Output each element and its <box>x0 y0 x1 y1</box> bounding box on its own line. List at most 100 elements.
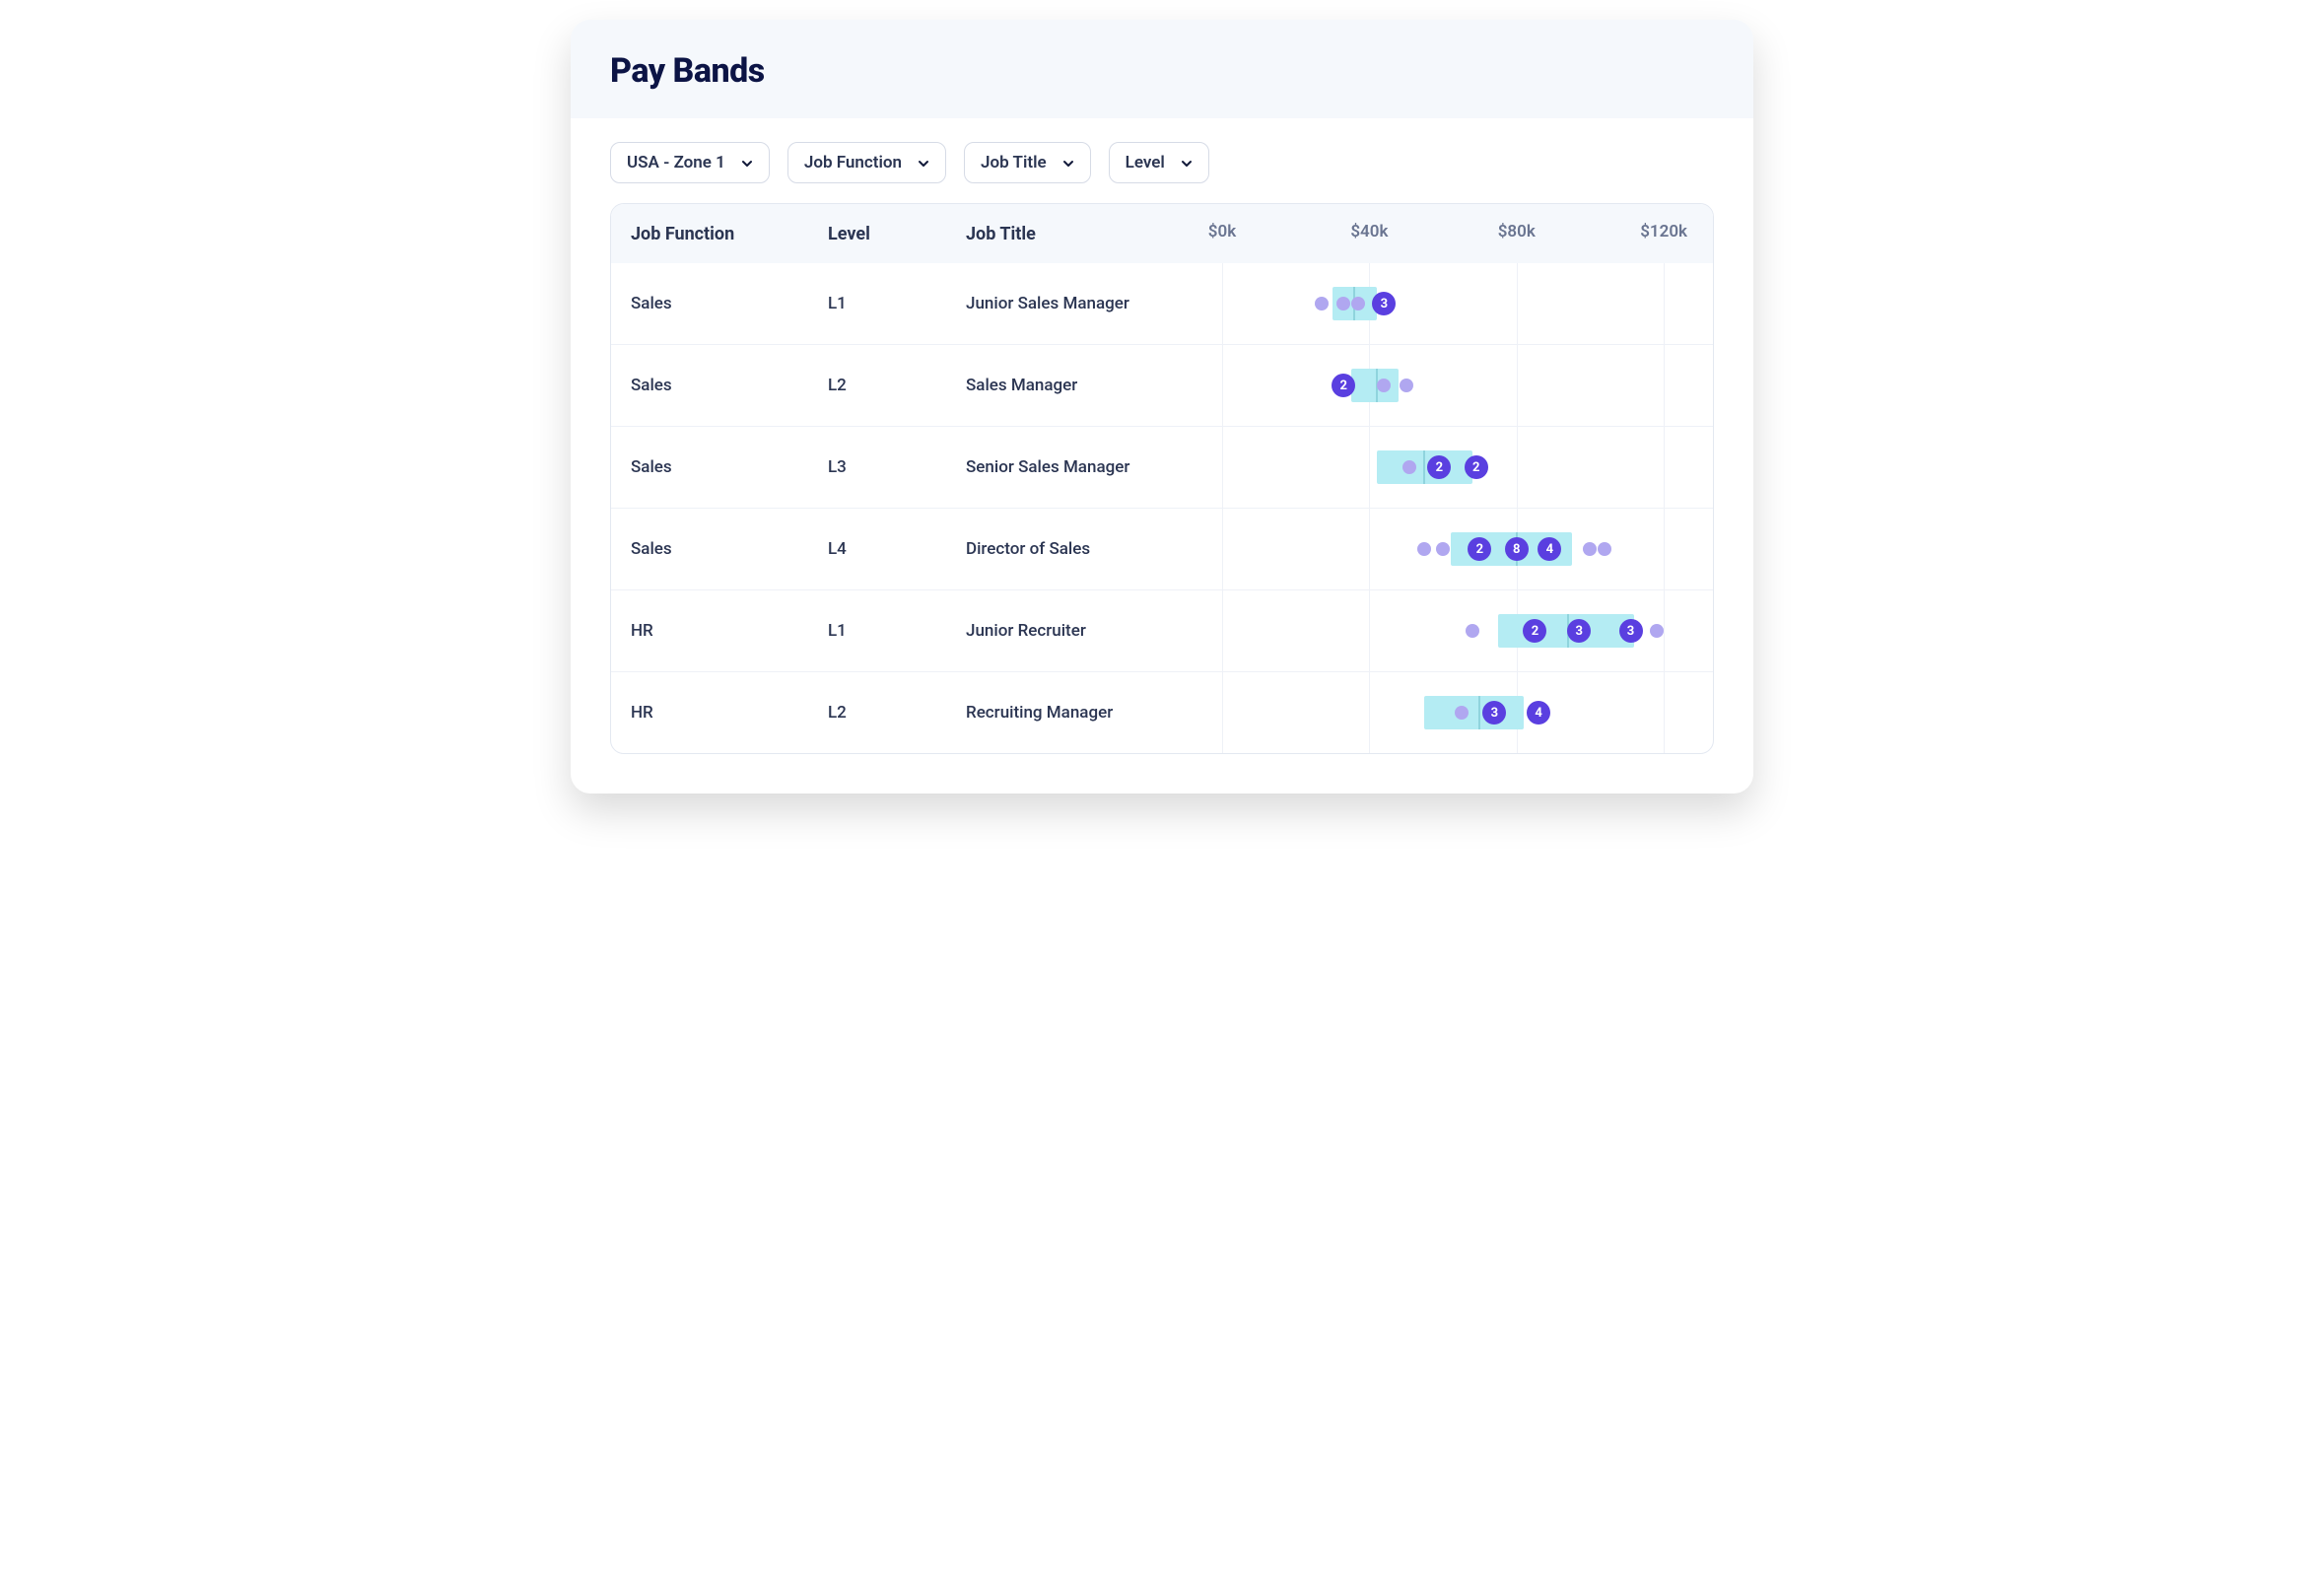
table-row: HRL2Recruiting Manager34 <box>611 671 1713 753</box>
employee-cluster[interactable]: 2 <box>1523 619 1546 643</box>
pay-band-chart-cell: 284 <box>1222 509 1693 589</box>
employee-cluster[interactable]: 2 <box>1468 537 1491 561</box>
gridline <box>1222 263 1223 344</box>
col-level: Level <box>828 224 966 244</box>
cell-job-function: Sales <box>631 268 828 339</box>
axis-tick-label: $120k <box>1640 222 1687 242</box>
pay-band-midline <box>1423 450 1425 484</box>
table-row: SalesL1Junior Sales Manager 3 <box>611 263 1713 344</box>
table-body: SalesL1Junior Sales Manager3SalesL2Sales… <box>611 263 1713 753</box>
table-row: SalesL4Director of Sales284 <box>611 508 1713 589</box>
chevron-down-icon <box>1060 156 1074 170</box>
employee-dot[interactable] <box>1351 297 1365 311</box>
gridline <box>1369 672 1370 753</box>
pay-band-chart-cell: 34 <box>1222 672 1693 753</box>
gridline <box>1664 345 1665 426</box>
employee-dot[interactable] <box>1455 706 1469 720</box>
table-row: SalesL2Sales Manager 2 <box>611 344 1713 426</box>
employee-dot[interactable] <box>1598 542 1611 556</box>
filter-label: Level <box>1126 153 1165 173</box>
employee-cluster[interactable]: 2 <box>1427 455 1451 479</box>
chevron-down-icon <box>1179 156 1193 170</box>
pay-band-chart-cell: 22 <box>1222 427 1693 508</box>
filter-label: Job Function <box>804 153 902 173</box>
gridline <box>1222 427 1223 508</box>
gridline <box>1222 345 1223 426</box>
gridline <box>1222 509 1223 589</box>
employee-dot[interactable] <box>1377 379 1391 392</box>
axis-tick-label: $80k <box>1498 222 1536 242</box>
cell-job-function: Sales <box>631 514 828 585</box>
gridline <box>1222 672 1223 753</box>
col-job-function: Job Function <box>631 224 828 244</box>
chevron-down-icon <box>739 156 753 170</box>
filter-usa-zone-1[interactable]: USA - Zone 1 <box>610 142 770 183</box>
cell-level: L2 <box>828 677 966 748</box>
cell-job-title: Sales Manager <box>966 350 1222 421</box>
table-header: Job Function Level Job Title $0k$40k$80k… <box>611 204 1713 263</box>
pay-band-chart-cell: 3 <box>1222 263 1693 344</box>
cell-job-function: HR <box>631 677 828 748</box>
pay-band-range[interactable] <box>1424 696 1524 729</box>
pay-bands-table: Job Function Level Job Title $0k$40k$80k… <box>610 203 1714 754</box>
employee-cluster[interactable]: 2 <box>1332 374 1355 397</box>
card-header: Pay Bands <box>571 20 1753 118</box>
filter-bar: USA - Zone 1 Job Function Job Title Level <box>571 118 1753 203</box>
pay-band-chart-cell: 233 <box>1222 590 1693 671</box>
filter-job-function[interactable]: Job Function <box>787 142 946 183</box>
employee-dot[interactable] <box>1315 297 1329 311</box>
employee-dot[interactable] <box>1336 297 1350 311</box>
table-row: SalesL3Senior Sales Manager22 <box>611 426 1713 508</box>
employee-dot[interactable] <box>1466 624 1479 638</box>
gridline <box>1664 427 1665 508</box>
employee-dot[interactable] <box>1400 379 1413 392</box>
cell-job-title: Junior Sales Manager <box>966 268 1222 339</box>
employee-dot[interactable] <box>1436 542 1450 556</box>
employee-dot[interactable] <box>1402 460 1416 474</box>
employee-cluster[interactable]: 3 <box>1482 701 1506 725</box>
pay-band-midline <box>1478 696 1480 729</box>
cell-level: L2 <box>828 350 966 421</box>
cell-job-title: Senior Sales Manager <box>966 432 1222 503</box>
employee-cluster[interactable]: 4 <box>1538 537 1561 561</box>
employee-dot[interactable] <box>1650 624 1664 638</box>
filter-job-title[interactable]: Job Title <box>964 142 1091 183</box>
employee-cluster[interactable]: 3 <box>1372 292 1396 315</box>
gridline <box>1369 509 1370 589</box>
gridline <box>1664 590 1665 671</box>
filter-level[interactable]: Level <box>1109 142 1209 183</box>
pay-band-chart-cell: 2 <box>1222 345 1693 426</box>
salary-axis: $0k$40k$80k$120k <box>1222 222 1693 245</box>
employee-dot[interactable] <box>1583 542 1597 556</box>
col-job-title: Job Title <box>966 224 1222 244</box>
gridline <box>1517 345 1518 426</box>
pay-bands-card: Pay Bands USA - Zone 1 Job Function Job Ti… <box>571 20 1753 794</box>
employee-cluster[interactable]: 4 <box>1527 701 1550 725</box>
cell-level: L1 <box>828 595 966 666</box>
page-title: Pay Bands <box>610 51 1714 91</box>
cell-job-title: Junior Recruiter <box>966 595 1222 666</box>
cell-job-function: Sales <box>631 432 828 503</box>
cell-job-title: Recruiting Manager <box>966 677 1222 748</box>
employee-dot[interactable] <box>1417 542 1431 556</box>
chevron-down-icon <box>916 156 929 170</box>
cell-job-function: Sales <box>631 350 828 421</box>
cell-job-title: Director of Sales <box>966 514 1222 585</box>
gridline <box>1517 427 1518 508</box>
cell-level: L3 <box>828 432 966 503</box>
employee-cluster[interactable]: 3 <box>1619 619 1643 643</box>
cell-level: L4 <box>828 514 966 585</box>
gridline <box>1369 590 1370 671</box>
cell-level: L1 <box>828 268 966 339</box>
filter-label: Job Title <box>981 153 1047 173</box>
filter-label: USA - Zone 1 <box>627 153 725 173</box>
gridline <box>1664 263 1665 344</box>
cell-job-function: HR <box>631 595 828 666</box>
axis-tick-label: $40k <box>1350 222 1388 242</box>
employee-cluster[interactable]: 2 <box>1465 455 1488 479</box>
employee-cluster[interactable]: 3 <box>1567 619 1591 643</box>
gridline <box>1369 427 1370 508</box>
gridline <box>1222 590 1223 671</box>
employee-cluster[interactable]: 8 <box>1505 537 1529 561</box>
gridline <box>1517 263 1518 344</box>
